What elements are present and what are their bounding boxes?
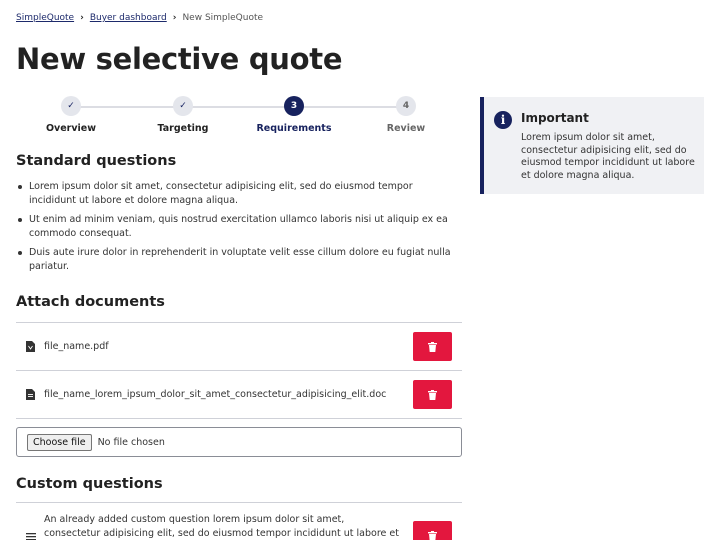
check-icon: ✓ (61, 96, 81, 116)
info-icon: i (494, 111, 512, 129)
list-item: Lorem ipsum dolor sit amet, consectetur … (16, 180, 462, 208)
file-name: file_name_lorem_ipsum_dolor_sit_amet_con… (44, 389, 387, 400)
custom-questions-heading: Custom questions (16, 476, 163, 492)
choose-file-button[interactable]: Choose file (27, 433, 92, 451)
breadcrumb-link-simplequote[interactable]: SimpleQuote (16, 13, 74, 23)
file-upload-input[interactable]: Choose file No file chosen (16, 427, 462, 457)
delete-question-button[interactable] (413, 521, 452, 540)
pdf-file-icon (26, 341, 35, 352)
notice-title: Important (521, 111, 589, 125)
important-notice: i Important Lorem ipsum dolor sit amet, … (480, 97, 704, 194)
attached-files-list: file_name.pdf file_name_lorem_ipsum_dolo… (16, 322, 462, 419)
progress-stepper: ✓ Overview ✓ Targeting 3 Requirements 4 … (16, 96, 462, 140)
step-label: Review (386, 123, 426, 134)
page-title: New selective quote (16, 42, 343, 76)
delete-file-button[interactable] (413, 380, 452, 409)
list-item: Ut enim ad minim veniam, quis nostrud ex… (16, 213, 462, 241)
step-number-badge: 3 (284, 96, 304, 116)
breadcrumb-link-buyer-dashboard[interactable]: Buyer dashboard (90, 13, 167, 23)
trash-icon (428, 341, 437, 352)
step-label: Overview (45, 123, 97, 134)
file-row: file_name.pdf (16, 323, 462, 371)
doc-file-icon (26, 389, 35, 400)
trash-icon (428, 530, 437, 540)
standard-questions-heading: Standard questions (16, 153, 177, 169)
list-item: Duis aute irure dolor in reprehenderit i… (16, 246, 462, 274)
step-label: Requirements (256, 123, 332, 134)
custom-questions-list: An already added custom question lorem i… (16, 502, 462, 540)
breadcrumb-current: New SimpleQuote (182, 13, 264, 23)
file-name: file_name.pdf (44, 341, 109, 352)
standard-questions-list: Lorem ipsum dolor sit amet, consectetur … (16, 180, 462, 279)
notice-body: Lorem ipsum dolor sit amet, consectetur … (521, 132, 695, 181)
step-overview[interactable]: ✓ Overview (16, 96, 126, 134)
chevron-right-icon: › (80, 13, 84, 23)
chevron-right-icon: › (172, 13, 177, 23)
step-number-badge: 4 (396, 96, 416, 116)
custom-question-text: An already added custom question lorem i… (44, 514, 399, 539)
check-icon: ✓ (173, 96, 193, 116)
step-targeting[interactable]: ✓ Targeting (128, 96, 238, 134)
file-input-status: No file chosen (97, 436, 165, 448)
list-item: An already added custom question lorem i… (16, 503, 462, 540)
file-row: file_name_lorem_ipsum_dolor_sit_amet_con… (16, 371, 462, 419)
step-review[interactable]: 4 Review (351, 96, 461, 134)
trash-icon (428, 389, 437, 400)
step-requirements[interactable]: 3 Requirements (239, 96, 349, 134)
step-label: Targeting (157, 123, 209, 134)
breadcrumb: SimpleQuote › Buyer dashboard › New Simp… (16, 13, 263, 23)
text-lines-icon (26, 533, 36, 540)
delete-file-button[interactable] (413, 332, 452, 361)
attach-documents-heading: Attach documents (16, 294, 165, 310)
